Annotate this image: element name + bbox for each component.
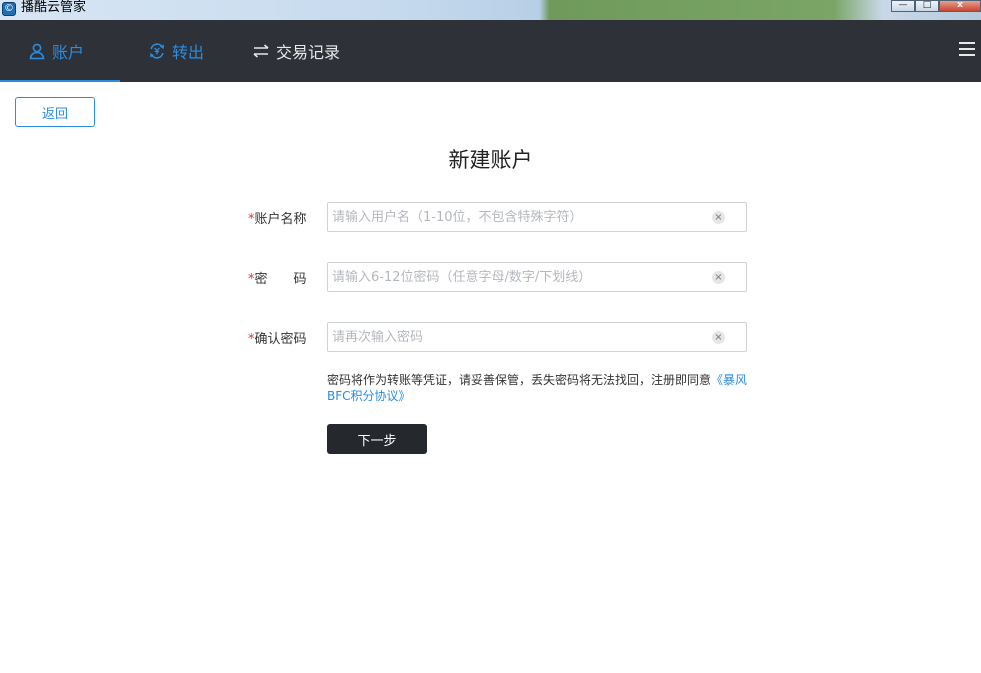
confirm-password-label: *确认密码 [248, 328, 327, 347]
confirm-password-label-text: 确认密码 [254, 331, 307, 347]
next-step-button[interactable]: 下一步 [327, 424, 427, 454]
confirm-password-input[interactable] [328, 323, 702, 351]
main-nav: 账户 转出 交易记录 [0, 20, 981, 82]
transfer-out-icon [150, 43, 164, 59]
tab-transactions-label: 交易记录 [276, 43, 341, 62]
window-titlebar: © 播酷云管家 — □ x [0, 0, 981, 20]
password-label-text: 密 码 [254, 271, 307, 287]
password-label: *密 码 [248, 268, 327, 287]
tab-transfer-out-label: 转出 [172, 43, 205, 62]
username-label: *账户名称 [248, 208, 327, 227]
window-controls: — □ x [891, 0, 981, 12]
confirm-password-row: *确认密码 × [248, 322, 747, 352]
active-tab-indicator [0, 80, 120, 82]
user-icon [29, 43, 45, 60]
back-button[interactable]: 返回 [15, 97, 95, 127]
maximize-button[interactable]: □ [915, 0, 939, 12]
notice-text: 密码将作为转账等凭证，请妥善保管，丢失密码将无法找回，注册即同意 [327, 373, 712, 387]
username-field: × [327, 202, 747, 232]
username-label-text: 账户名称 [254, 211, 307, 227]
tab-transactions[interactable]: 交易记录 [252, 20, 340, 82]
minimize-button[interactable]: — [891, 0, 915, 12]
password-input[interactable] [328, 263, 702, 291]
window-title: 播酷云管家 [21, 0, 87, 15]
username-input[interactable] [328, 203, 702, 231]
clear-icon[interactable]: × [712, 331, 725, 344]
username-row: *账户名称 × [248, 202, 747, 232]
password-field: × [327, 262, 747, 292]
tab-transfer-out[interactable]: 转出 [148, 20, 204, 82]
hamburger-menu-icon[interactable] [959, 42, 975, 58]
swap-arrows-icon [253, 44, 269, 58]
clear-icon[interactable]: × [712, 211, 725, 224]
app-logo-icon: © [2, 2, 16, 16]
password-row: *密 码 × [248, 262, 747, 292]
page-title: 新建账户 [448, 148, 533, 172]
clear-icon[interactable]: × [712, 271, 725, 284]
close-button[interactable]: x [939, 0, 981, 12]
tab-account[interactable]: 账户 [28, 20, 84, 82]
confirm-password-field: × [327, 322, 747, 352]
password-notice: 密码将作为转账等凭证，请妥善保管，丢失密码将无法找回，注册即同意《暴风BFC积分… [327, 372, 751, 404]
tab-account-label: 账户 [52, 43, 85, 62]
